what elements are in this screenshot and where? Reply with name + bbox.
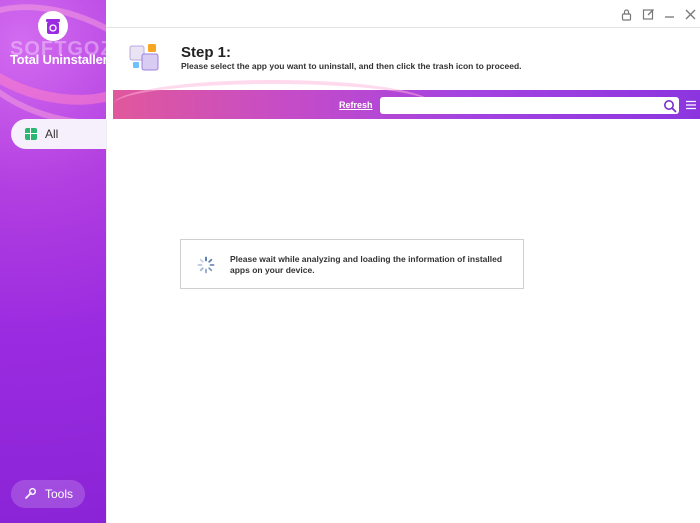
wrench-icon xyxy=(25,488,36,499)
hamburger-menu-icon[interactable] xyxy=(685,99,697,111)
search-input[interactable] xyxy=(380,97,679,114)
app-logo-icon xyxy=(38,11,68,41)
loading-message: Please wait while analyzing and loading … xyxy=(230,254,503,275)
sidebar-item-tools[interactable]: Tools xyxy=(11,480,85,508)
search-icon[interactable] xyxy=(663,99,677,113)
step-description: Please select the app you want to uninst… xyxy=(181,61,522,71)
app-name: Total Uninstaller xyxy=(10,52,106,67)
titlebar-divider xyxy=(106,27,700,28)
lock-icon[interactable] xyxy=(618,6,634,22)
refresh-link[interactable]: Refresh xyxy=(339,100,373,110)
minimize-icon[interactable] xyxy=(661,6,677,22)
content-divider xyxy=(106,120,107,523)
sidebar-item-all[interactable]: All xyxy=(11,119,106,149)
feedback-edit-icon[interactable] xyxy=(640,6,656,22)
grid-icon xyxy=(25,128,37,140)
app-cleanup-illustration-icon xyxy=(129,44,159,71)
close-icon[interactable] xyxy=(682,6,698,22)
loading-spinner-icon xyxy=(197,256,215,274)
sidebar: SOFTGOZAR.COM Total Uninstaller All Tool… xyxy=(0,0,106,523)
step-title: Step 1: xyxy=(181,44,232,61)
sidebar-item-label: All xyxy=(45,127,59,141)
sidebar-item-label: Tools xyxy=(45,487,74,501)
loading-panel: Please wait while analyzing and loading … xyxy=(180,239,524,289)
